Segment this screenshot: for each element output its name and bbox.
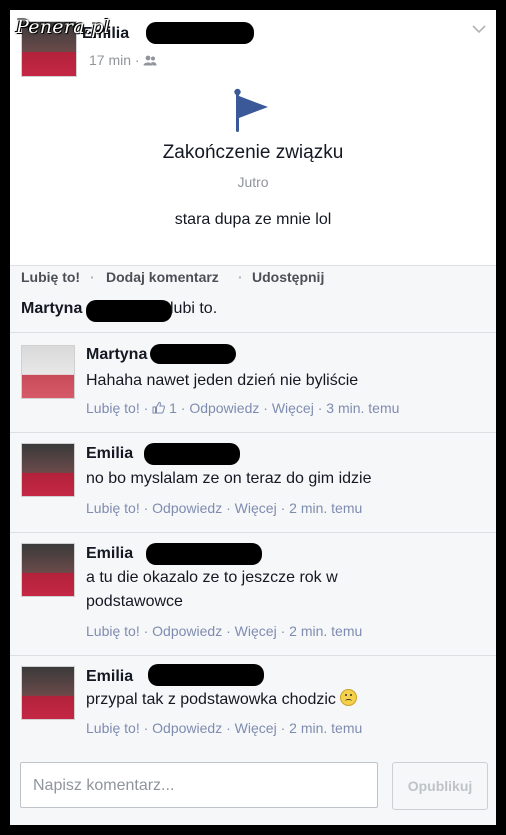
comment-text: Hahaha nawet jeden dzień nie byliście — [86, 372, 359, 389]
liker-name[interactable]: Martyna — [21, 300, 82, 318]
comment-reply-link[interactable]: Odpowiedz — [189, 400, 259, 416]
add-comment-button[interactable]: Dodaj komentarz — [106, 269, 219, 285]
frown-emoji-icon — [339, 689, 357, 706]
redaction-bar — [148, 664, 264, 686]
commenter-avatar[interactable] — [21, 666, 75, 720]
comment-text: przypal tak z podstawowka chodzic — [86, 688, 486, 712]
comment-meta: Lubię to! · Odpowiedz · Więcej · 2 min. … — [86, 500, 363, 516]
watermark-logo: Penera.pl — [16, 16, 111, 38]
comment-reply-link[interactable]: Odpowiedz — [152, 720, 222, 736]
likes-summary: Martyna lubi to. — [10, 288, 496, 333]
comment-like-count[interactable]: 1 — [169, 400, 177, 416]
status-text: stara dupa ze mnie lol — [174, 211, 332, 228]
commenter-name[interactable]: Emilia — [86, 668, 133, 686]
comment-reply-link[interactable]: Odpowiedz — [152, 500, 222, 516]
comment-like-link[interactable]: Lubię to! — [86, 400, 140, 416]
comment-more-link[interactable]: Więcej — [272, 400, 314, 416]
comment-composer: Napisz komentarz... Opublikuj — [10, 750, 496, 825]
redaction-bar — [146, 543, 262, 565]
comment-reply-link[interactable]: Odpowiedz — [152, 623, 222, 639]
likes-text: lubi to. — [170, 300, 218, 317]
comment-meta: Lubię to! · Odpowiedz · Więcej · 2 min. … — [86, 720, 363, 736]
comment-item: Emilia no bo myslalam ze on teraz do gim… — [10, 433, 496, 533]
post-time[interactable]: 17 min — [89, 52, 131, 68]
share-button[interactable]: Udostępnij — [252, 269, 324, 285]
screenshot-frame: Emilia 17 min · Penera.pl Zakończenie zw… — [10, 10, 496, 825]
comment-like-link[interactable]: Lubię to! — [86, 623, 140, 639]
redaction-bar — [150, 344, 236, 364]
commenter-name[interactable]: Emilia — [86, 445, 133, 463]
comment-like-link[interactable]: Lubię to! — [86, 720, 140, 736]
comment-like-link[interactable]: Lubię to! — [86, 500, 140, 516]
chevron-down-icon[interactable] — [472, 22, 486, 36]
comment-more-link[interactable]: Więcej — [235, 623, 277, 639]
commenter-avatar[interactable] — [21, 443, 75, 497]
comment-more-link[interactable]: Więcej — [235, 720, 277, 736]
commenter-name[interactable]: Martyna — [86, 346, 147, 364]
like-button[interactable]: Lubię to! — [21, 269, 80, 285]
comment-time[interactable]: 2 min. temu — [289, 720, 362, 736]
thumbs-up-icon — [152, 400, 169, 416]
publish-button[interactable]: Opublikuj — [392, 762, 488, 810]
comment-meta: Lubię to! · 1 · Odpowiedz · Więcej · 3 m… — [86, 400, 400, 416]
event-title: Zakończenie związku — [162, 142, 344, 163]
redaction-bar — [86, 300, 172, 322]
redaction-bar — [144, 443, 240, 465]
comment-time[interactable]: 2 min. temu — [289, 623, 362, 639]
comment-item: Martyna Hahaha nawet jeden dzień nie byl… — [10, 333, 496, 433]
friends-icon — [143, 52, 157, 68]
commenter-name[interactable]: Emilia — [86, 545, 133, 563]
flag-icon — [234, 88, 268, 132]
comment-time[interactable]: 3 min. temu — [326, 400, 399, 416]
comment-time[interactable]: 2 min. temu — [289, 500, 362, 516]
post-card: Emilia 17 min · Penera.pl Zakończenie zw… — [10, 10, 496, 265]
event-date: Jutro — [237, 174, 269, 190]
comment-more-link[interactable]: Więcej — [235, 500, 277, 516]
redaction-bar — [146, 22, 254, 44]
post-meta: 17 min · — [89, 52, 157, 68]
post-actions-bar: Lubię to! · Dodaj komentarz · Udostępnij — [10, 265, 496, 289]
commenter-avatar[interactable] — [21, 543, 75, 597]
comment-meta: Lubię to! · Odpowiedz · Więcej · 2 min. … — [86, 623, 363, 639]
comment-item: Emilia a tu die okazalo ze to jeszcze ro… — [10, 533, 496, 656]
comment-text: no bo myslalam ze on teraz do gim idzie — [86, 470, 372, 487]
comment-text: a tu die okazalo ze to jeszcze rok w pod… — [86, 569, 338, 610]
commenter-avatar[interactable] — [21, 345, 75, 399]
comment-input[interactable]: Napisz komentarz... — [20, 762, 378, 808]
comment-item: Emilia przypal tak z podstawowka chodzic… — [10, 656, 496, 751]
